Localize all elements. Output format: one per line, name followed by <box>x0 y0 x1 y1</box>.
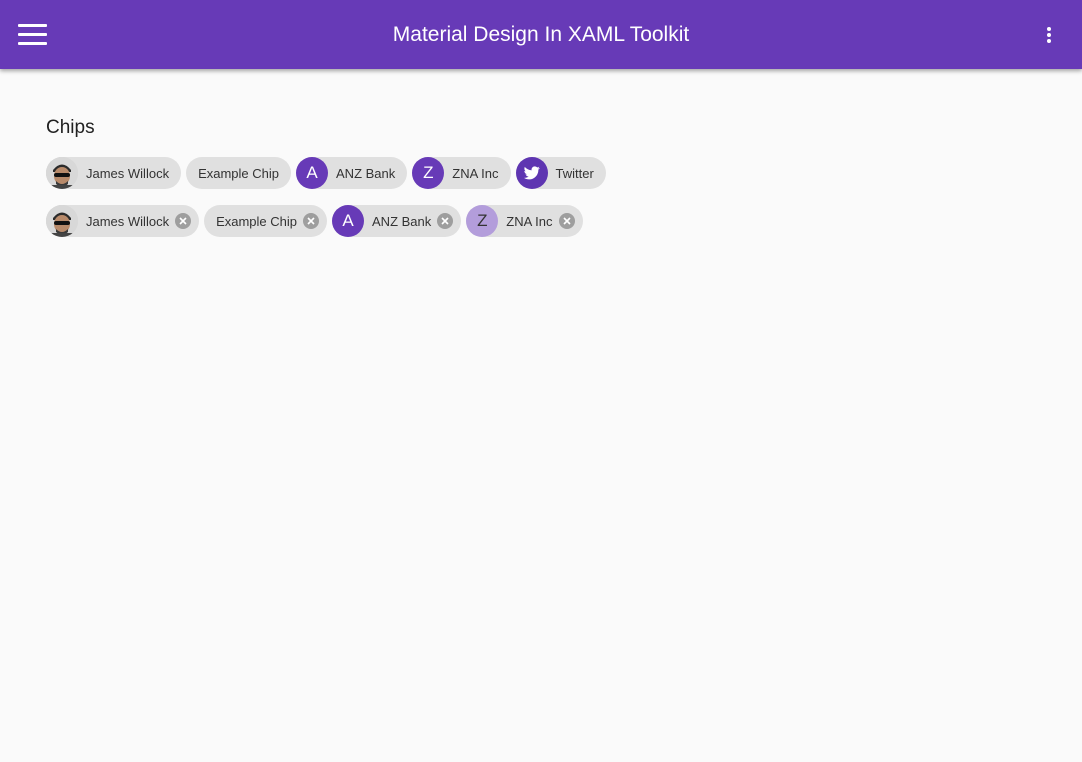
chip-anz-bank[interactable]: A ANZ Bank <box>296 157 408 189</box>
close-circle-icon[interactable] <box>303 213 320 229</box>
chip-label: ZNA Inc <box>506 213 553 229</box>
chip-label: Example Chip <box>198 165 280 181</box>
avatar-photo-icon <box>46 205 78 237</box>
letter-a-icon: A <box>332 205 365 237</box>
section-title: Chips <box>46 117 95 138</box>
close-circle-icon[interactable] <box>437 213 454 229</box>
chip-zna-inc-deletable[interactable]: Z ZNA Inc <box>466 205 583 237</box>
chip-label: Example Chip <box>216 213 298 229</box>
chip-zna-inc[interactable]: Z ZNA Inc <box>412 157 511 189</box>
chip-james-willock-deletable[interactable]: James Willock <box>46 205 200 237</box>
letter-a-icon: A <box>296 157 329 189</box>
hamburger-menu-icon[interactable] <box>18 24 47 45</box>
chip-example[interactable]: Example Chip <box>186 157 292 189</box>
close-circle-icon[interactable] <box>558 213 575 229</box>
avatar-photo-icon <box>46 157 78 189</box>
chip-label: James Willock <box>86 213 170 229</box>
chips-row-plain: James Willock Example Chip A ANZ Bank Z … <box>46 157 606 189</box>
chip-label: ANZ Bank <box>372 213 432 229</box>
chip-anz-bank-deletable[interactable]: A ANZ Bank <box>332 205 462 237</box>
chip-james-willock[interactable]: James Willock <box>46 157 182 189</box>
more-vert-icon[interactable] <box>1040 24 1058 46</box>
letter-z-icon: Z <box>412 157 445 189</box>
letter-z-icon: Z <box>466 205 499 237</box>
chip-example-deletable[interactable]: Example Chip <box>204 205 328 237</box>
chips-row-deletable: James Willock Example Chip A ANZ Bank Z … <box>46 205 583 237</box>
app-bar: Material Design In XAML Toolkit <box>0 0 1082 69</box>
chip-label: Twitter <box>555 165 594 181</box>
chip-label: ZNA Inc <box>452 165 499 181</box>
close-circle-icon[interactable] <box>175 213 192 229</box>
chip-label: ANZ Bank <box>336 165 396 181</box>
app-title: Material Design In XAML Toolkit <box>392 23 690 46</box>
chip-twitter[interactable]: Twitter <box>515 157 606 189</box>
twitter-bird-icon <box>515 157 548 189</box>
chip-label: James Willock <box>86 165 170 181</box>
